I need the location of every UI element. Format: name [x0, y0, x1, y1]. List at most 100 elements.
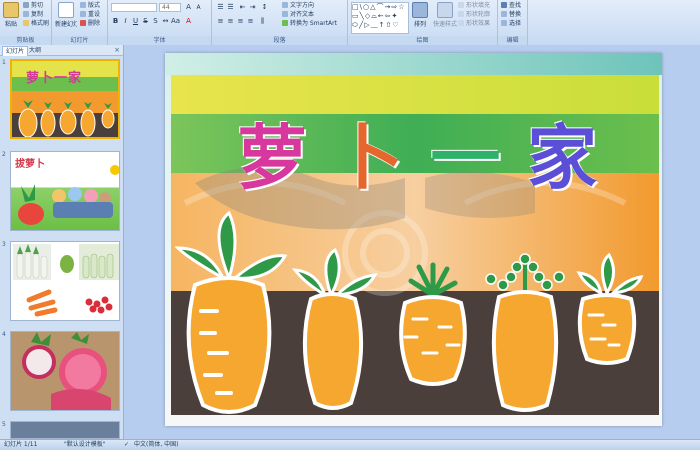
cursor-icon	[501, 20, 507, 26]
slide-title[interactable]: 萝 卜 一 家	[237, 107, 597, 199]
char-spacing-button[interactable]: ↔	[161, 17, 170, 26]
editing-group: 查找 替换 选择 编辑	[498, 0, 528, 45]
columns-button[interactable]: ⫼	[258, 17, 267, 26]
new-slide-button[interactable]: 新建幻灯片	[55, 2, 77, 28]
shadow-button[interactable]: S	[151, 17, 160, 26]
outline-icon	[458, 11, 464, 17]
grow-font-button[interactable]: A	[184, 3, 193, 12]
align-text-button[interactable]: 对齐文本	[282, 11, 314, 19]
ribbon: 粘贴 剪切 复制 格式刷 剪贴板 新建幻灯片 版式 重设 删除 幻灯片 44 A…	[0, 0, 700, 46]
slides-group-label: 幻灯片	[52, 36, 107, 45]
shape-effects-button[interactable]: 形状效果	[458, 20, 490, 28]
delete-slide-button[interactable]: 删除	[80, 20, 100, 28]
thumbnail-row: 3	[0, 241, 123, 321]
replace-button[interactable]: 替换	[501, 11, 521, 19]
smartart-icon	[282, 20, 288, 26]
clipboard-group: 粘贴 剪切 复制 格式刷 剪贴板	[0, 0, 52, 45]
reset-button[interactable]: 重设	[80, 11, 100, 19]
shrink-font-button[interactable]: A	[194, 3, 203, 12]
status-bar: 幻灯片 1/11 "默认设计模板" ✓ 中文(简体, 中国)	[0, 439, 700, 450]
shape-outline-button[interactable]: 形状轮廓	[458, 11, 490, 19]
fill-icon	[458, 2, 464, 8]
scissors-icon	[23, 2, 29, 8]
thumbnail-radish-photo	[11, 332, 119, 410]
drawing-group-label: 绘图	[348, 36, 497, 45]
shape-fill-button[interactable]: 形状填充	[458, 2, 490, 10]
align-text-icon	[282, 11, 288, 17]
replace-icon	[501, 11, 507, 17]
text-direction-icon	[282, 2, 288, 8]
justify-button[interactable]: ≡	[246, 17, 255, 26]
quick-styles-icon	[437, 2, 453, 18]
font-group: 44 A A B I U S S ↔ Aa A 字体	[108, 0, 212, 45]
thumbnail-row: 1 萝卜一家	[0, 59, 123, 141]
copy-icon	[23, 11, 29, 17]
binoculars-icon	[501, 2, 507, 8]
delete-icon	[80, 20, 86, 26]
title-char-4: 家	[526, 116, 597, 199]
paragraph-group: ☰ ☰ ⇤ ⇥ ↕ ≡ ≡ ≡ ≡ ⫼ 文字方向 对齐文本 转换为 SmartA…	[212, 0, 348, 45]
slide-thumbnail-1[interactable]: 萝卜一家	[10, 59, 120, 139]
arrange-button[interactable]: 排列	[410, 2, 430, 28]
paste-button[interactable]: 粘贴	[2, 2, 20, 28]
thumbnail-row: 5	[0, 421, 123, 439]
new-slide-icon	[58, 2, 74, 18]
tab-outline[interactable]: 大纲	[26, 46, 44, 55]
title-char-3: 一	[430, 116, 501, 199]
align-center-button[interactable]: ≡	[226, 17, 235, 26]
title-char-1: 萝	[237, 116, 307, 199]
quick-styles-button[interactable]: 快速样式	[432, 2, 458, 28]
clipboard-group-label: 剪贴板	[0, 36, 51, 45]
align-right-button[interactable]: ≡	[236, 17, 245, 26]
slide-editor[interactable]: 萝 卜 一 家	[124, 45, 700, 439]
slide-thumbnail-4[interactable]	[10, 331, 120, 411]
slide-thumbnail-3[interactable]	[10, 241, 120, 321]
increase-indent-button[interactable]: ⇥	[248, 3, 257, 12]
carrot-3	[399, 262, 467, 386]
paste-icon	[3, 2, 19, 18]
strikethrough-button[interactable]: S	[141, 17, 150, 26]
italic-button[interactable]: I	[121, 17, 130, 26]
slide-thumbnail-5[interactable]	[10, 421, 120, 439]
tab-slides[interactable]: 幻灯片	[2, 46, 29, 56]
effects-icon	[458, 20, 464, 26]
thumbnail-vegetables	[13, 244, 119, 317]
close-panel-icon[interactable]: ×	[114, 46, 120, 54]
smartart-button[interactable]: 转换为 SmartArt	[282, 20, 337, 28]
bullets-button[interactable]: ☰	[216, 3, 225, 12]
thumbnail-row: 2 拔萝卜	[0, 151, 123, 231]
paragraph-group-label: 段落	[212, 36, 347, 45]
decrease-indent-button[interactable]: ⇤	[238, 3, 247, 12]
panel-tabs: 幻灯片 大纲 ×	[0, 45, 123, 56]
brush-icon	[23, 20, 29, 26]
format-painter-button[interactable]: 格式刷	[23, 20, 49, 28]
cut-button[interactable]: 剪切	[23, 2, 43, 10]
font-name-combo[interactable]	[111, 3, 157, 12]
slide-thumbnail-2[interactable]: 拔萝卜	[10, 151, 120, 231]
change-case-button[interactable]: Aa	[171, 17, 180, 26]
shapes-gallery[interactable]: □\○△⌒→⇨☆ ▭╲◇⌓←⇦✦ ⬭╱▷﹏↑⇧♡	[351, 2, 409, 34]
editing-group-label: 编辑	[498, 36, 527, 45]
copy-button[interactable]: 复制	[23, 11, 43, 19]
numbering-button[interactable]: ☰	[226, 3, 235, 12]
thumbnail-carrots	[18, 100, 115, 137]
font-group-label: 字体	[108, 36, 211, 45]
align-left-button[interactable]: ≡	[216, 17, 225, 26]
text-direction-button[interactable]: 文字方向	[282, 2, 314, 10]
layout-button[interactable]: 版式	[80, 2, 100, 10]
reset-icon	[80, 11, 86, 17]
arrange-icon	[412, 2, 428, 18]
slides-panel: 幻灯片 大纲 × 1 萝卜一家 2 拔萝卜 3 4 5	[0, 45, 124, 439]
font-color-button[interactable]: A	[184, 17, 193, 26]
thumbnail-illustration	[18, 165, 119, 225]
bold-button[interactable]: B	[111, 17, 120, 26]
line-spacing-button[interactable]: ↕	[260, 3, 269, 12]
slide-1[interactable]: 萝 卜 一 家	[165, 53, 662, 426]
underline-button[interactable]: U	[131, 17, 140, 26]
find-button[interactable]: 查找	[501, 2, 521, 10]
title-char-2: 卜	[333, 116, 404, 199]
select-button[interactable]: 选择	[501, 20, 521, 28]
layout-icon	[80, 2, 86, 8]
font-size-combo[interactable]: 44	[159, 3, 181, 12]
drawing-group: □\○△⌒→⇨☆ ▭╲◇⌓←⇦✦ ⬭╱▷﹏↑⇧♡ 排列 快速样式 形状填充 形状轮廓…	[348, 0, 498, 45]
